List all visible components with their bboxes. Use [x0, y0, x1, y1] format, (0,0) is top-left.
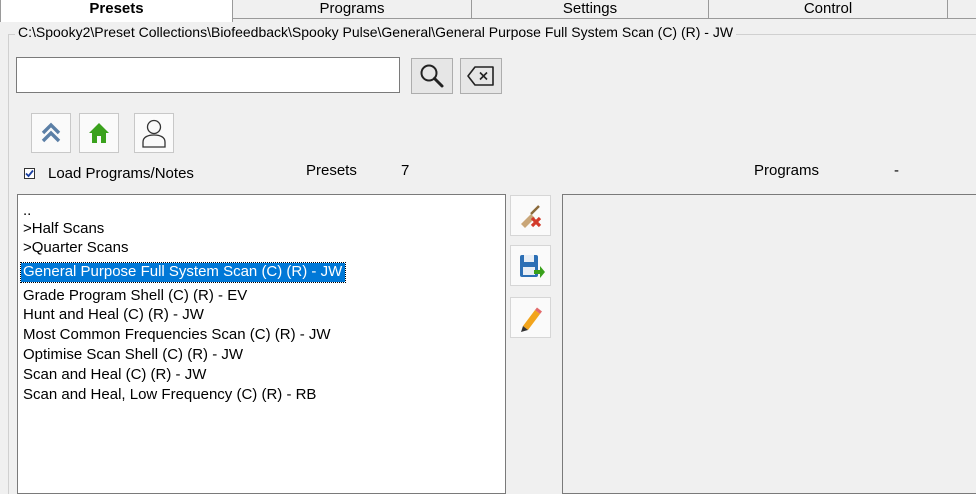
save-icon	[519, 254, 545, 278]
home-icon	[89, 123, 109, 143]
programs-list[interactable]	[562, 194, 976, 494]
save-preset-button[interactable]	[510, 245, 551, 286]
clear-search-button[interactable]	[460, 58, 502, 94]
user-icon	[142, 119, 166, 148]
delete-preset-button[interactable]	[510, 195, 551, 236]
user-presets-button[interactable]	[134, 113, 174, 153]
backspace-clear-icon	[467, 66, 494, 86]
list-item-selected[interactable]: General Purpose Full System Scan (C) (R)…	[19, 262, 347, 283]
edit-preset-button[interactable]	[510, 297, 551, 338]
tab-settings[interactable]: Settings	[471, 0, 709, 19]
tab-presets[interactable]: Presets	[0, 0, 233, 22]
programs-count-value: -	[894, 162, 899, 179]
home-button[interactable]	[79, 113, 119, 153]
presets-count-label: Presets	[306, 162, 357, 179]
list-item[interactable]: Scan and Heal (C) (R) - JW	[21, 366, 209, 385]
load-programs-checkbox-row[interactable]: Load Programs/Notes	[24, 163, 194, 183]
list-item[interactable]: Scan and Heal, Low Frequency (C) (R) - R…	[21, 386, 319, 405]
search-input[interactable]	[16, 57, 400, 93]
up-folder-button[interactable]	[31, 113, 71, 153]
broom-delete-icon	[520, 204, 541, 228]
tab-overflow[interactable]	[947, 0, 976, 19]
list-item-quarter-scans[interactable]: >Quarter Scans	[21, 239, 131, 258]
load-programs-checkbox[interactable]	[24, 167, 35, 179]
programs-count-label: Programs	[754, 162, 820, 179]
double-chevron-up-icon	[41, 122, 61, 143]
list-item[interactable]: Hunt and Heal (C) (R) - JW	[21, 306, 207, 325]
list-item-half-scans[interactable]: >Half Scans	[21, 220, 107, 239]
tab-control[interactable]: Control	[708, 0, 948, 19]
load-programs-label: Load Programs/Notes	[48, 164, 194, 182]
list-item[interactable]: Optimise Scan Shell (C) (R) - JW	[21, 346, 246, 365]
preset-path: C:\Spooky2\Preset Collections\Biofeedbac…	[15, 24, 737, 40]
preset-list[interactable]: .. >Half Scans >Quarter Scans General Pu…	[17, 194, 506, 494]
list-item[interactable]: Grade Program Shell (C) (R) - EV	[21, 287, 250, 306]
tab-strip: Presets Programs Settings Control	[0, 0, 976, 22]
search-button[interactable]	[411, 58, 453, 94]
checkmark-icon	[25, 169, 34, 177]
pencil-icon	[520, 307, 542, 332]
magnifier-icon	[420, 64, 444, 88]
tab-programs[interactable]: Programs	[232, 0, 472, 19]
list-item[interactable]: Most Common Frequencies Scan (C) (R) - J…	[21, 326, 334, 345]
list-item-parent[interactable]: ..	[21, 202, 34, 221]
presets-count-value: 7	[401, 162, 410, 179]
